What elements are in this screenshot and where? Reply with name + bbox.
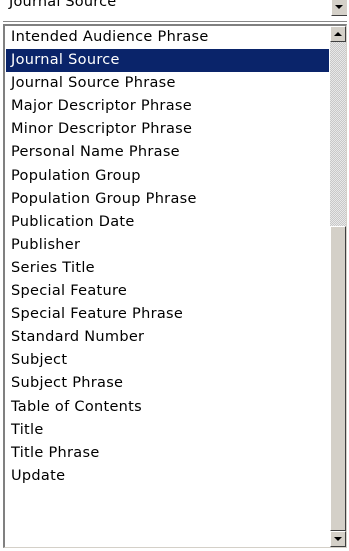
list-item[interactable]: Personal Name Phrase [6,141,329,164]
list-item[interactable]: Title [6,419,329,442]
list-item[interactable]: Journal Source Phrase [6,72,329,95]
dropdown-arrow-button[interactable] [331,0,347,16]
field-listbox[interactable]: Intended Audience Phrase Journal Source Jo… [3,24,347,548]
list-item[interactable]: Update [6,465,329,488]
field-select[interactable]: Journal Source [3,0,347,22]
list-item[interactable]: Subject Phrase [6,372,329,395]
scroll-up-button[interactable] [330,26,346,42]
triangle-down-icon [334,537,342,541]
list-item[interactable]: Special Feature [6,280,329,303]
scrollbar-thumb[interactable] [330,226,346,531]
listbox-items: Intended Audience Phrase Journal Source Jo… [5,26,329,547]
scroll-down-button[interactable] [330,531,346,547]
list-item[interactable]: Standard Number [6,326,329,349]
list-item[interactable]: Population Group Phrase [6,188,329,211]
triangle-up-icon [334,32,342,36]
list-item[interactable]: Publisher [6,234,329,257]
list-item[interactable]: Subject [6,349,329,372]
vertical-scrollbar[interactable] [330,26,346,547]
list-item-selected[interactable]: Journal Source [6,49,329,73]
list-item[interactable]: Publication Date [6,211,329,234]
list-item[interactable]: Series Title [6,257,329,280]
list-item[interactable]: Title Phrase [6,442,329,465]
field-select-value: Journal Source [9,0,117,10]
list-item[interactable]: Major Descriptor Phrase [6,95,329,118]
list-item[interactable]: Population Group [6,165,329,188]
list-item[interactable]: Special Feature Phrase [6,303,329,326]
list-item[interactable]: Minor Descriptor Phrase [6,118,329,141]
chevron-down-icon [335,5,343,9]
list-item[interactable]: Table of Contents [6,396,329,419]
list-item[interactable]: Intended Audience Phrase [6,26,329,49]
